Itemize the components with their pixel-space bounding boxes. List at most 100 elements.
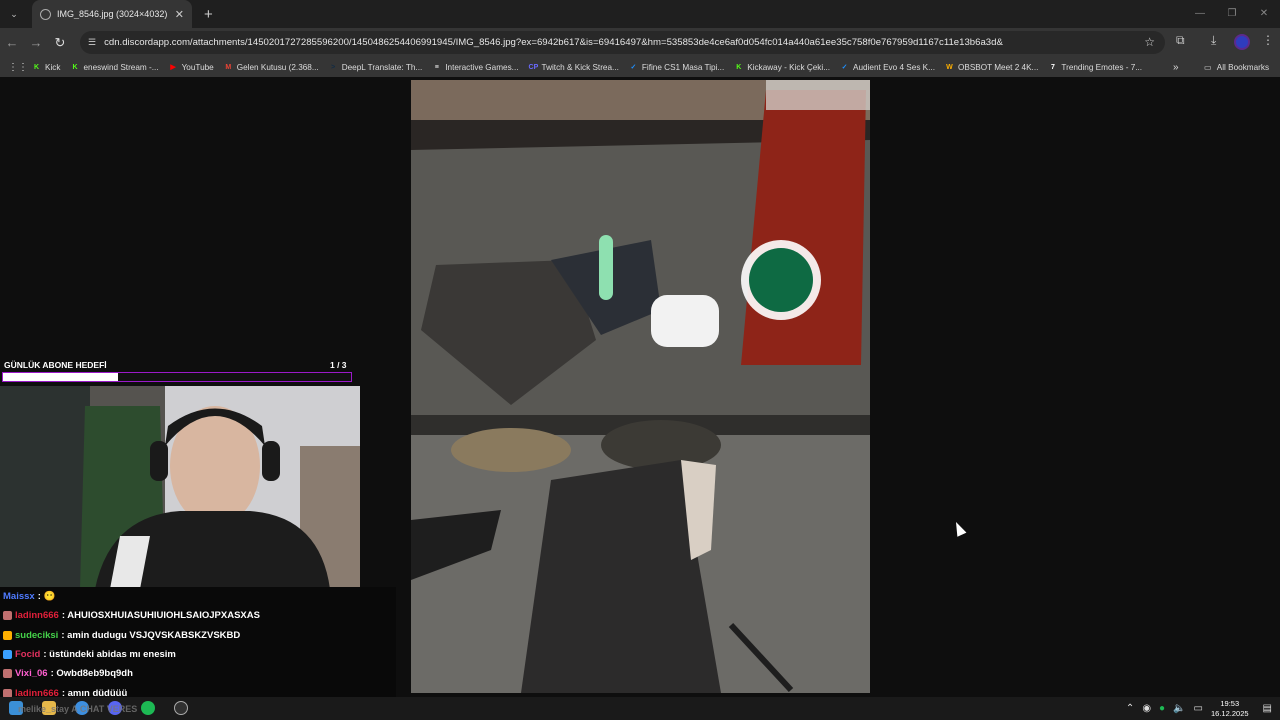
chat-username: Maissx [3,591,35,603]
chat-username: ladinn666 [15,610,59,622]
sub-goal-widget: GÜNLÜK ABONE HEDEFİ 1 / 3 [0,360,360,386]
minimize-button[interactable]: — [1184,0,1216,28]
chat-badge-icon [3,611,12,621]
bookmark-item[interactable]: CP Twitch & Kick Strea... [529,63,619,72]
extensions-icon[interactable]: ⧉ [1176,33,1185,48]
bookmark-label: Interactive Games... [445,62,519,72]
bookmark-favicon-icon: CP [528,63,539,71]
tray-spotify-icon[interactable]: ● [1159,703,1165,714]
bookmark-favicon-icon: K [736,63,742,71]
bookmark-label: eneswind Stream -... [83,62,159,72]
goal-progress-fill [3,373,118,381]
bookmark-item[interactable]: Keneswind Stream -... [70,63,158,72]
apps-icon[interactable]: ⋮⋮ [8,62,28,73]
maximize-button[interactable]: ❐ [1216,0,1248,28]
chat-username: Vixi_06 [15,668,48,680]
clock-date: 16.12.2025 [1211,708,1249,718]
tab-search-button[interactable]: ⌄ [4,4,24,24]
chat-message: Vixi_06 : Owbd8eb9bq9dh [3,664,396,683]
overlay-ghost-text: melike_stay A CHAT VERES [18,704,138,714]
chat-badge-icon [3,650,12,660]
bookmarks-bar: ⋮⋮ K Kick Keneswind Stream -... ▶ YouTube M Ge… [0,57,1280,77]
more-bookmarks-icon[interactable]: » [1173,62,1179,73]
chat-message: ladinn666 : AHUIOSXHUIASUHIUIOHLSAIOJPXA… [3,606,396,625]
bookmark-favicon-icon: ✓ [841,63,848,71]
tray-discord-icon[interactable]: ◉ [1142,703,1151,714]
tray-chevron-icon[interactable]: ⌃ [1126,703,1134,714]
reload-button[interactable]: ↻ [48,35,72,51]
chat-message: sudeciksi : amin dudugu VSJQVSKABSKZVSKB… [3,626,396,645]
bookmark-item[interactable]: 7 Trending Emotes - 7... [1048,63,1142,72]
back-button[interactable]: ← [0,35,24,50]
url-text: cdn.discordapp.com/attachments/145020172… [104,37,1003,48]
globe-icon [40,8,51,20]
bookmark-favicon-icon: K [33,63,40,71]
bookmark-label: Kick [45,62,61,72]
volume-icon[interactable]: 🔈 [1173,703,1185,714]
all-bookmarks[interactable]: ▭ All Bookmarks [1204,62,1269,73]
new-tab-button[interactable]: + [204,6,213,23]
chat-text: : Owbd8eb9bq9dh [50,668,133,680]
webcam-picture [0,386,360,589]
bookmark-item[interactable]: M Gelen Kutusu (2.368... [224,62,319,72]
address-bar[interactable]: ☰ cdn.discordapp.com/attachments/1450201… [80,31,1165,54]
chat-text: : AHUIOSXHUIASUHIUIOHLSAIOJPXASXAS [61,610,260,622]
forward-button[interactable]: → [24,35,48,50]
bookmark-favicon-icon: K [72,63,78,71]
bookmark-item[interactable]: ✓ Fifine CS1 Masa Tipi... [629,63,724,72]
bookmark-favicon-icon: > [331,63,336,71]
notification-icon[interactable]: ▤ [1263,703,1272,714]
bookmark-label: YouTube [181,62,214,72]
bookmark-label: Twitch & Kick Strea... [541,62,619,72]
bookmark-label: Gelen Kutusu (2.368... [236,62,319,72]
bookmark-item[interactable]: ✓ Audient Evo 4 Ses K... [840,63,935,72]
close-window-button[interactable]: ✕ [1248,0,1280,28]
chat-username: sudeciksi [15,629,59,641]
bookmark-label: Audient Evo 4 Ses K... [853,62,935,72]
bookmark-item[interactable]: K Kick [32,62,61,72]
site-info-icon[interactable]: ☰ [88,37,96,48]
bookmark-favicon-icon: M [225,63,232,71]
chat-text: : 😶 [37,591,56,603]
download-icon[interactable]: ⤓ [1211,33,1216,48]
profile-avatar[interactable] [1234,34,1250,50]
photo-picture [411,80,870,693]
bookmark-item[interactable]: > DeepL Translate: Th... [329,63,422,72]
chat-text: : amin dudugu VSJQVSKABSKZVSKBD [61,629,241,641]
menu-icon[interactable]: ⋮ [1262,33,1274,47]
spotify-icon[interactable] [141,701,155,715]
bookmark-item[interactable]: W OBSBOT Meet 2 4K... [945,63,1038,72]
image-view[interactable] [411,80,870,693]
clock[interactable]: 19:53 16.12.2025 [1211,699,1249,719]
chat-text: : üstündeki abidas mı enesim [43,649,176,661]
obs-icon[interactable] [174,701,188,715]
mouse-cursor [951,519,967,537]
chat-message: Focid : üstündeki abidas mı enesim [3,645,396,664]
bookmark-label: Kickaway - Kick Çeki... [747,62,831,72]
bookmark-favicon-icon: ≡ [434,63,439,71]
webcam-feed [0,386,360,589]
folder-icon: ▭ [1204,63,1212,72]
bookmark-favicon-icon: ▶ [170,63,176,71]
bookmark-item[interactable]: ▶ YouTube [169,62,214,72]
network-icon[interactable]: ▭ [1194,703,1203,714]
chat-badge-icon [3,630,12,640]
bookmark-label: OBSBOT Meet 2 4K... [957,62,1039,72]
browser-toolbar: ← → ↻ ☰ cdn.discordapp.com/attachments/1… [0,28,1280,57]
chat-username: Focid [15,649,41,661]
bookmark-favicon-icon: W [946,63,953,71]
chat-badge-icon [3,669,12,679]
system-tray: ⌃ ◉ ● 🔈 ▭ 19:53 16.12.2025 ▤ [1126,697,1280,720]
bookmark-favicon-icon: 7 [1050,63,1055,71]
tab-title: IMG_8546.jpg (3024×4032) [57,9,168,19]
bookmark-label: Fifine CS1 Masa Tipi... [641,62,725,72]
bookmark-item[interactable]: ≡ Interactive Games... [432,62,519,72]
tab-close-icon[interactable]: ✕ [175,8,184,21]
bookmark-item[interactable]: K Kickaway - Kick Çeki... [734,63,830,72]
tab-active[interactable]: IMG_8546.jpg (3024×4032) ✕ [32,0,192,28]
bookmark-label: Trending Emotes - 7... [1061,62,1143,72]
goal-progress-bar [2,372,352,382]
chat-message: Maissx : 😶 [3,587,396,606]
taskbar: melike_stay A CHAT VERES ⌃ ◉ ● 🔈 ▭ 19:53… [0,697,1280,720]
bookmark-star-icon[interactable]: ☆ [1144,35,1155,49]
